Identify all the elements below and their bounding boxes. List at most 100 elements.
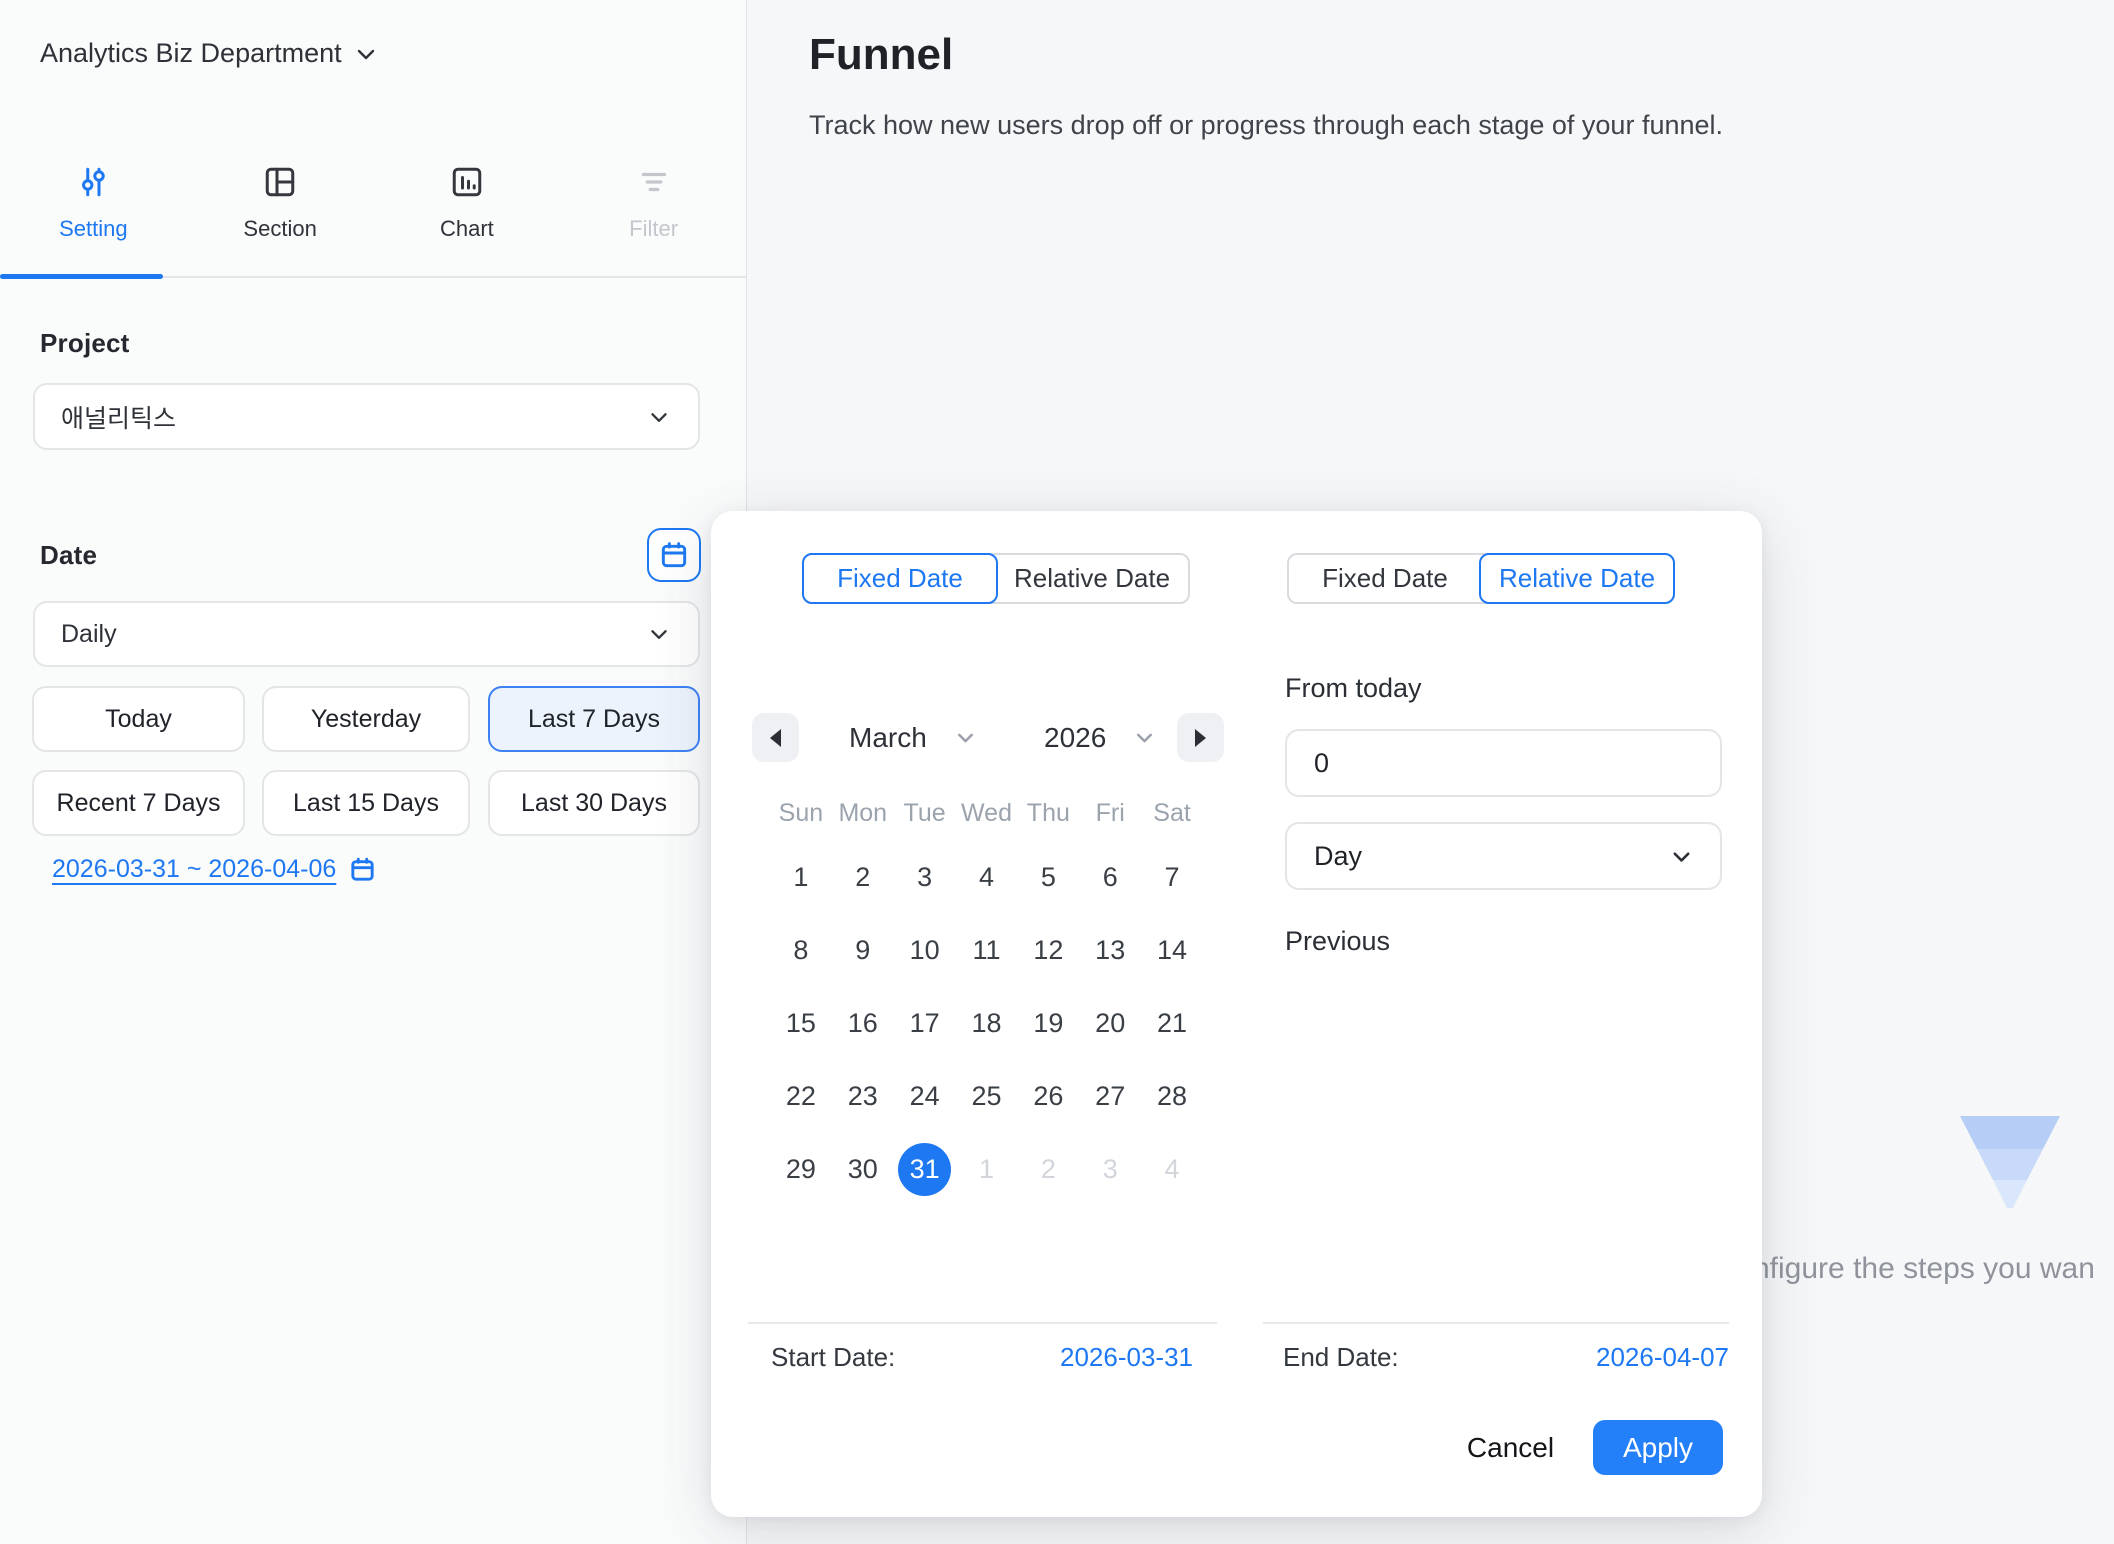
- start-date-label: Start Date:: [771, 1342, 895, 1373]
- day-cell[interactable]: 4: [1146, 1143, 1199, 1196]
- tab-setting[interactable]: Setting: [0, 148, 187, 280]
- page-title: Funnel: [809, 30, 953, 80]
- end-date-label: End Date:: [1283, 1342, 1399, 1373]
- chevron-down-icon: [1132, 725, 1157, 750]
- tab-filter-label: Filter: [629, 216, 678, 242]
- end-date-mode-toggle: Fixed Date Relative Date: [1287, 553, 1675, 604]
- from-today-label: From today: [1285, 673, 1422, 704]
- date-range-link[interactable]: 2026-03-31 ~ 2026-04-06: [52, 855, 336, 884]
- day-cell[interactable]: 17: [898, 997, 951, 1050]
- day-cell[interactable]: 9: [836, 924, 889, 977]
- project-label: Project: [40, 328, 130, 359]
- unit-select[interactable]: Day: [1285, 822, 1722, 890]
- app-window: Analytics Biz Department Setting: [0, 0, 2114, 1544]
- preset-last-30-days-button[interactable]: Last 30 Days: [488, 770, 700, 836]
- cancel-button[interactable]: Cancel: [1453, 1420, 1568, 1475]
- day-cell[interactable]: 4: [960, 851, 1013, 904]
- sidebar-tab-bar: Setting Section Chart: [0, 148, 747, 280]
- end-footer-divider: [1263, 1322, 1729, 1324]
- day-cell[interactable]: 27: [1084, 1070, 1137, 1123]
- end-relative-date-tab[interactable]: Relative Date: [1479, 553, 1675, 604]
- start-date-value: 2026-03-31: [1060, 1342, 1193, 1373]
- direction-label: Previous: [1285, 926, 1390, 957]
- day-cell[interactable]: 18: [960, 997, 1013, 1050]
- open-date-picker-button[interactable]: [647, 528, 701, 582]
- chevron-down-icon: [354, 42, 378, 66]
- tab-filter[interactable]: Filter: [560, 148, 747, 280]
- day-cell[interactable]: 10: [898, 924, 951, 977]
- empty-state-hint-text: nfigure the steps you wan: [1753, 1252, 2095, 1286]
- day-cell[interactable]: 29: [774, 1143, 827, 1196]
- day-cell[interactable]: 14: [1146, 924, 1199, 977]
- prev-month-button[interactable]: [752, 713, 799, 762]
- chevron-down-icon: [646, 621, 672, 647]
- day-cell[interactable]: 30: [836, 1143, 889, 1196]
- layout-icon: [262, 164, 298, 200]
- end-date-value: 2026-04-07: [1596, 1342, 1729, 1373]
- day-cell[interactable]: 11: [960, 924, 1013, 977]
- granularity-select[interactable]: Daily: [33, 601, 700, 667]
- bar-chart-icon: [449, 164, 485, 200]
- year-select[interactable]: 2026: [1044, 713, 1157, 762]
- month-select[interactable]: March: [849, 713, 978, 762]
- date-picker-dialog: Fixed Date Relative Date Fixed Date Rela…: [711, 511, 1762, 1517]
- arrow-right-icon: [1195, 729, 1206, 747]
- start-relative-date-tab[interactable]: Relative Date: [996, 555, 1188, 602]
- day-cell[interactable]: 7: [1146, 851, 1199, 904]
- date-label: Date: [40, 540, 97, 571]
- day-cell[interactable]: 25: [960, 1070, 1013, 1123]
- day-cell[interactable]: 15: [774, 997, 827, 1050]
- day-cell[interactable]: 2: [1022, 1143, 1075, 1196]
- sliders-icon: [75, 164, 111, 200]
- day-cell[interactable]: 1: [774, 851, 827, 904]
- preset-today-button[interactable]: Today: [32, 686, 245, 752]
- preset-last-7-days-button[interactable]: Last 7 Days: [488, 686, 700, 752]
- day-cell[interactable]: 3: [1084, 1143, 1137, 1196]
- day-cell[interactable]: 6: [1084, 851, 1137, 904]
- tab-chart[interactable]: Chart: [374, 148, 561, 280]
- start-date-mode-toggle: Fixed Date Relative Date: [802, 553, 1190, 604]
- day-cell[interactable]: 19: [1022, 997, 1075, 1050]
- day-cell[interactable]: 3: [898, 851, 951, 904]
- offset-input[interactable]: 0: [1285, 729, 1722, 797]
- preset-yesterday-button[interactable]: Yesterday: [262, 686, 470, 752]
- start-fixed-date-tab[interactable]: Fixed Date: [802, 553, 998, 604]
- calendar-day-grid: 1234567891011121314151617181920212223242…: [770, 851, 1203, 1196]
- end-fixed-date-tab[interactable]: Fixed Date: [1289, 555, 1481, 602]
- weekday-label: Mon: [838, 799, 887, 828]
- day-cell[interactable]: 23: [836, 1070, 889, 1123]
- tab-section[interactable]: Section: [187, 148, 374, 280]
- day-cell[interactable]: 1: [960, 1143, 1013, 1196]
- day-cell[interactable]: 16: [836, 997, 889, 1050]
- workspace-switcher[interactable]: Analytics Biz Department: [40, 38, 378, 69]
- day-cell-selected[interactable]: 31: [898, 1143, 951, 1196]
- preset-last-15-days-button[interactable]: Last 15 Days: [262, 770, 470, 836]
- offset-value: 0: [1314, 748, 1329, 779]
- day-cell[interactable]: 2: [836, 851, 889, 904]
- month-value: March: [849, 722, 927, 754]
- filter-icon: [636, 164, 672, 200]
- project-select[interactable]: 애널리틱스: [33, 383, 700, 450]
- project-select-value: 애널리틱스: [61, 399, 176, 435]
- weekday-label: Fri: [1096, 799, 1125, 828]
- day-cell[interactable]: 20: [1084, 997, 1137, 1050]
- calendar-icon: [658, 539, 690, 571]
- preset-recent-7-days-button[interactable]: Recent 7 Days: [32, 770, 245, 836]
- apply-button[interactable]: Apply: [1593, 1420, 1723, 1475]
- day-cell[interactable]: 13: [1084, 924, 1137, 977]
- day-cell[interactable]: 22: [774, 1070, 827, 1123]
- day-cell[interactable]: 24: [898, 1070, 951, 1123]
- year-value: 2026: [1044, 722, 1106, 754]
- next-month-button[interactable]: [1177, 713, 1224, 762]
- funnel-illustration-icon: [1958, 1116, 2062, 1216]
- day-cell[interactable]: 5: [1022, 851, 1075, 904]
- tab-chart-label: Chart: [440, 216, 494, 242]
- day-cell[interactable]: 26: [1022, 1070, 1075, 1123]
- granularity-value: Daily: [61, 620, 117, 649]
- day-cell[interactable]: 28: [1146, 1070, 1199, 1123]
- day-cell[interactable]: 8: [774, 924, 827, 977]
- calendar-icon[interactable]: [348, 855, 377, 884]
- chevron-down-icon: [953, 725, 978, 750]
- day-cell[interactable]: 21: [1146, 997, 1199, 1050]
- day-cell[interactable]: 12: [1022, 924, 1075, 977]
